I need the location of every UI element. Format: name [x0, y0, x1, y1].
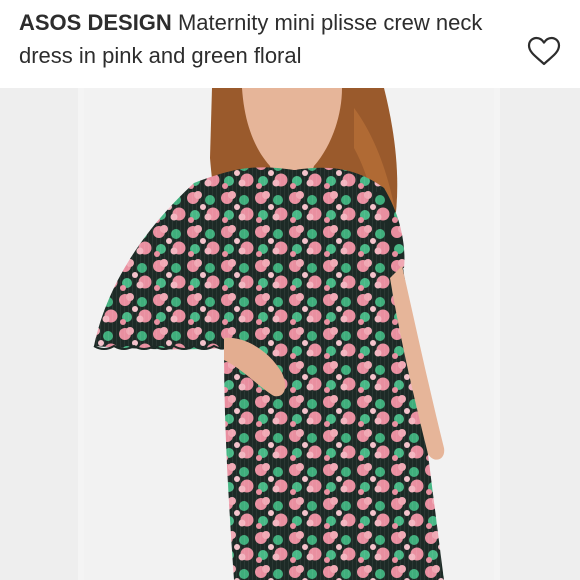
product-photo[interactable] [84, 88, 494, 580]
previous-image-peek[interactable] [0, 88, 78, 580]
model-wearing-dress-image [93, 88, 445, 580]
save-to-wishlist-button[interactable] [525, 34, 563, 68]
brand-name: ASOS DESIGN [19, 10, 172, 35]
product-header: ASOS DESIGN Maternity mini plisse crew n… [0, 0, 580, 88]
product-title: ASOS DESIGN Maternity mini plisse crew n… [19, 6, 524, 72]
next-image-peek[interactable] [500, 88, 580, 580]
heart-outline-icon [527, 36, 561, 66]
product-image-gallery[interactable] [0, 88, 580, 580]
